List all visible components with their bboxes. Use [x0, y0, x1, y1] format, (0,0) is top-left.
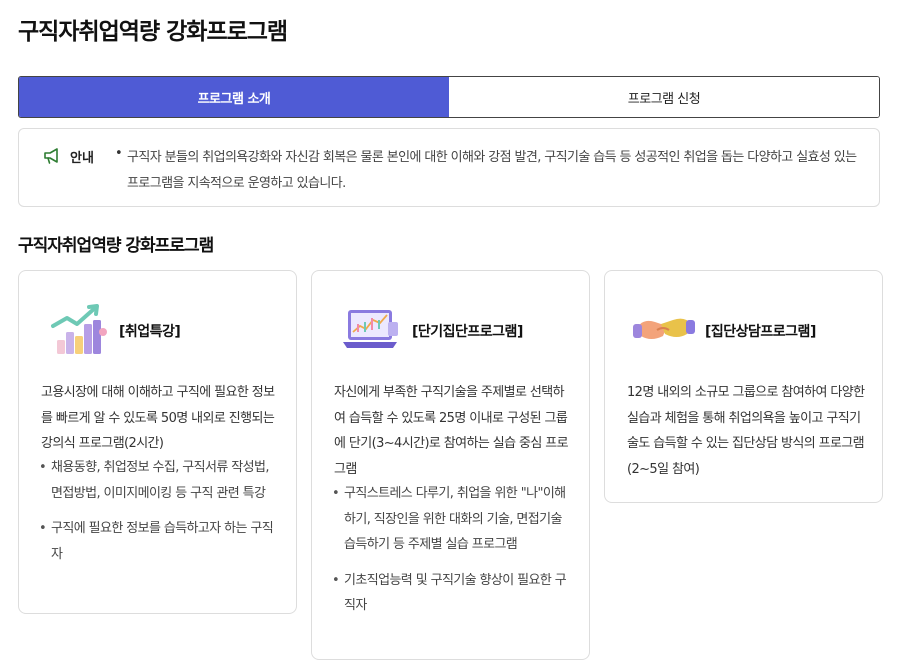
laptop-chart-icon: [343, 310, 398, 348]
list-item: 기초직업능력 및 구직기술 향상이 필요한 구직자: [332, 568, 574, 619]
list-item: 채용동향, 취업정보 수집, 구직서류 작성법, 면접방법, 이미지메이킹 등 …: [39, 455, 281, 506]
notice-box: 안내 • 구직자 분들의 취업의욕강화와 자신감 회복은 물론 본인에 대한 이…: [18, 128, 880, 207]
list-item: 구직에 필요한 정보를 습득하고자 하는 구직자: [39, 516, 281, 567]
card-description: 고용시장에 대해 이해하고 구직에 필요한 정보를 빠르게 알 수 있도록 50…: [41, 385, 275, 451]
tab-program-intro[interactable]: 프로그램 소개: [19, 77, 449, 117]
tab-bar: 프로그램 소개 프로그램 신청: [18, 76, 880, 118]
section-title: 구직자취업역량 강화프로그램: [18, 236, 214, 256]
card-title: [취업특강]: [119, 324, 181, 340]
program-card-group-counseling: [집단상담프로그램] 12명 내외의 소규모 그룹으로 참여하여 다양한 실습과…: [604, 270, 883, 503]
program-card-lecture: [취업특강] 고용시장에 대해 이해하고 구직에 필요한 정보를 빠르게 알 수…: [18, 270, 297, 614]
tab-program-apply[interactable]: 프로그램 신청: [449, 77, 879, 117]
notice-label: 안내: [70, 151, 94, 166]
notice-bullet: •: [115, 146, 123, 161]
card-bullet-list: 채용동향, 취업정보 수집, 구직서류 작성법, 면접방법, 이미지메이킹 등 …: [39, 455, 281, 567]
list-item: 구직스트레스 다루기, 취업을 위한 "나"이해하기, 직장인을 위한 대화의 …: [332, 481, 574, 558]
card-title: [집단상담프로그램]: [705, 324, 816, 340]
notice-text: 구직자 분들의 취업의욕강화와 자신감 회복은 물론 본인에 대한 이해와 강점…: [127, 150, 857, 191]
growth-chart-icon: [51, 304, 107, 354]
handshake-icon: [633, 318, 695, 339]
program-card-short-group: [단기집단프로그램] 자신에게 부족한 구직기술을 주제별로 선택하여 습득할 …: [311, 270, 590, 660]
page-title: 구직자취업역량 강화프로그램: [18, 19, 288, 45]
card-bullet-list: 구직스트레스 다루기, 취업을 위한 "나"이해하기, 직장인을 위한 대화의 …: [332, 481, 574, 619]
card-description: 자신에게 부족한 구직기술을 주제별로 선택하여 습득할 수 있도록 25명 이…: [334, 385, 569, 477]
megaphone-icon: [44, 148, 58, 164]
card-title: [단기집단프로그램]: [412, 324, 523, 340]
card-description: 12명 내외의 소규모 그룹으로 참여하여 다양한 실습과 체험을 통해 취업의…: [627, 385, 865, 477]
